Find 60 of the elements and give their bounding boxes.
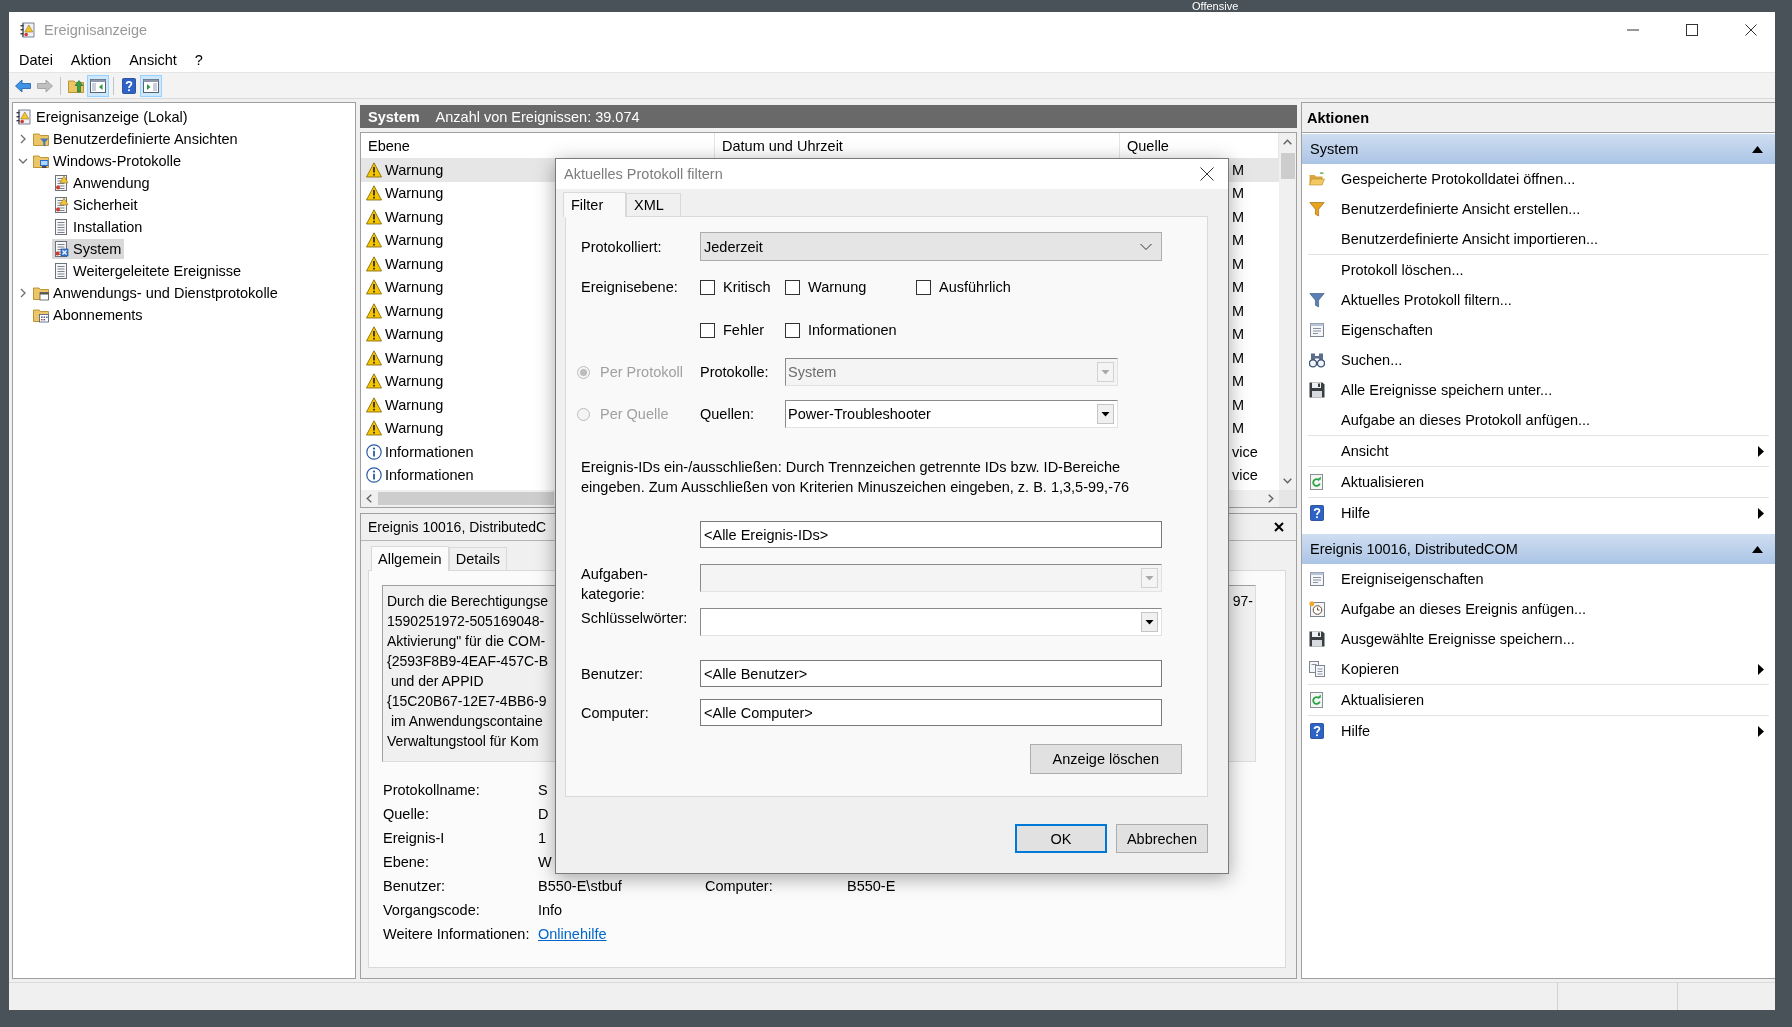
source-text: M [1232, 302, 1245, 319]
field-value: B550-E\stbuf [538, 878, 622, 894]
source-text: M [1232, 326, 1245, 343]
source-text: M [1232, 396, 1245, 413]
field-value: 1 [538, 830, 547, 846]
description-text: 97- [1232, 592, 1253, 611]
level-text: Warnung [385, 161, 444, 178]
field-label: Ebene: [383, 854, 429, 870]
source-text: M [1232, 420, 1245, 437]
field-value: D [538, 806, 549, 822]
field-label: Aufgaben-kategorie: [581, 566, 648, 602]
field-label: Ereignisebene: [581, 279, 678, 295]
field-label: Protokollname: [383, 782, 480, 798]
detail-title: Ereignis 10016, DistributedC [368, 519, 547, 535]
window-title: Ereignisanzeige [44, 22, 148, 38]
field-value: B550-E [847, 878, 896, 894]
source-text: M [1232, 373, 1245, 390]
level-text: Warnung [385, 279, 444, 296]
level-text: Warnung [385, 255, 444, 272]
level-text: Informationen [385, 443, 474, 460]
source-text: M [1232, 279, 1245, 296]
field-label: Benutzer: [581, 665, 644, 682]
source-text: M [1232, 349, 1245, 366]
source-text: M [1232, 185, 1245, 202]
field-label: Protokolliert: [581, 238, 662, 255]
source-text: M [1232, 208, 1245, 225]
field-label: Protokolle: [700, 364, 769, 380]
field-label: Vorgangscode: [383, 902, 480, 918]
level-text: Warnung [385, 326, 444, 343]
source-text: M [1232, 161, 1245, 178]
hint-text: Ereignis-IDs ein-/ausschließen: Durch Trennzeichen getrennte IDs bzw. ID-Bereiche eingeben. Zum Ausschließen von Kriterien Minuszeichen eingeben, z. B. 1,3,5-99,-76 [581, 458, 1131, 497]
level-text: Warnung [385, 208, 444, 225]
level-text: Warnung [385, 349, 444, 366]
field-label: Benutzer: [383, 878, 446, 894]
field-label: Ereignis-I [383, 830, 445, 846]
source-text: vice [1232, 443, 1258, 460]
field-label: Computer: [705, 878, 773, 894]
description-text: Durch die Berechtigungse 1590251972-505169048- Aktivierung" für die COM- {2593F8B9-4EAF-457C-B und der APPID {15C20B67-12E7-4BB6-9 im Anwendungscontaine Verwaltungstool für Kom [387, 592, 549, 751]
level-text: Warnung [385, 396, 444, 413]
source-text: M [1232, 232, 1245, 249]
field-label: Schlüsselwörter: [581, 610, 688, 626]
level-text: Warnung [385, 302, 444, 319]
source-text: vice [1232, 467, 1258, 484]
log-title: System [368, 108, 420, 125]
level-text: Warnung [385, 373, 444, 390]
field-label: Weitere Informationen: [383, 926, 530, 942]
level-text: Warnung [385, 420, 444, 437]
field-label: Quellen: [700, 406, 754, 422]
field-value: W [538, 854, 552, 870]
dialog-title: Aktuelles Protokoll filtern [564, 166, 723, 182]
level-text: Warnung [385, 185, 444, 202]
event-count: Anzahl von Ereignissen: 39.074 [435, 108, 640, 125]
level-text: Informationen [385, 467, 474, 484]
field-value: S [538, 782, 548, 798]
level-text: Warnung [385, 232, 444, 249]
actions-title: Aktionen [1302, 103, 1775, 133]
source-text: M [1232, 255, 1245, 272]
field-label: Computer: [581, 704, 649, 721]
field-value: Info [538, 902, 563, 918]
field-label: Quelle: [383, 806, 429, 822]
